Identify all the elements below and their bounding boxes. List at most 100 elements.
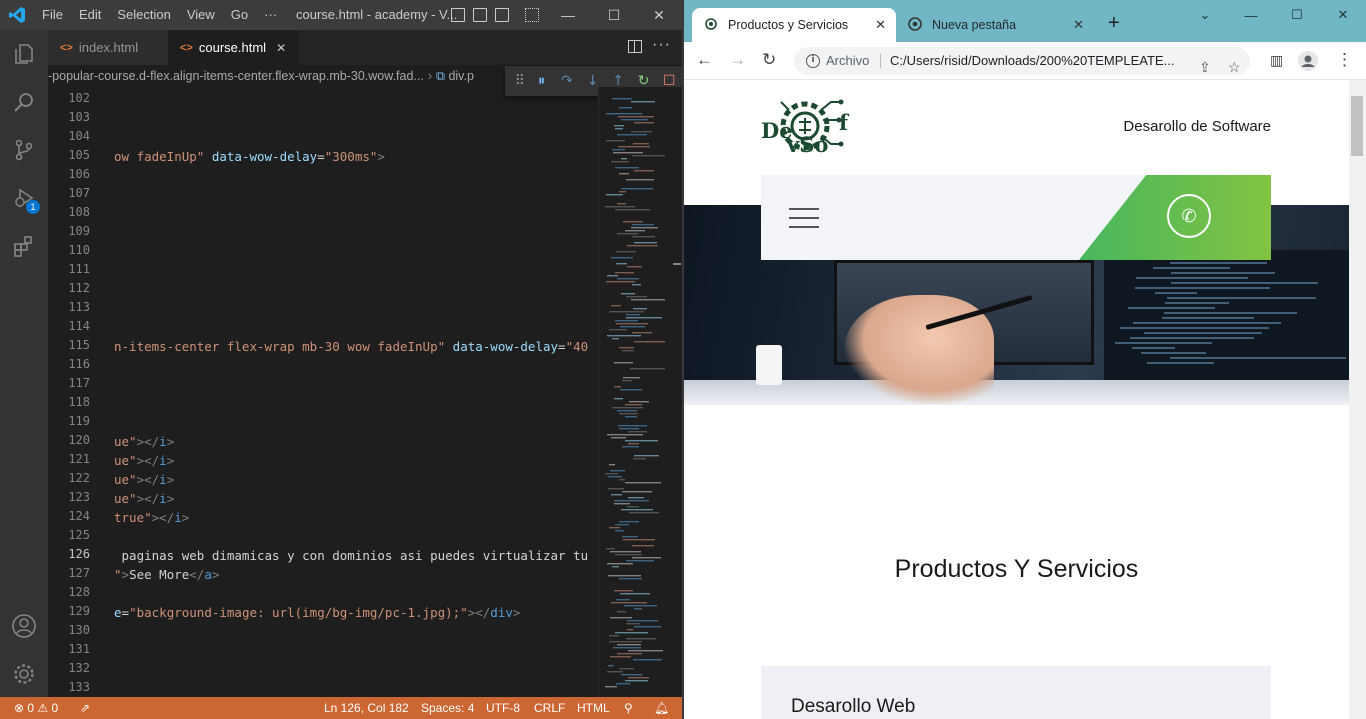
line-number: 103 <box>68 110 90 124</box>
menu-more[interactable]: ··· <box>256 0 285 30</box>
close-window-icon[interactable]: ✕ <box>636 0 682 30</box>
code-editor[interactable]: ow fadeInUp" data-wow-delay="300ms"> n-i… <box>114 87 598 697</box>
hamburger-menu-icon[interactable] <box>789 208 819 228</box>
hero-code-line <box>1120 327 1269 329</box>
chrome-menu-icon[interactable]: ⋮ <box>1336 50 1353 70</box>
eol-status[interactable]: CRLF <box>534 697 565 719</box>
minimap-line <box>605 686 617 688</box>
line-number: 102 <box>68 91 90 105</box>
page-scrollbar[interactable] <box>1349 80 1366 719</box>
tab-search-chevron-icon[interactable]: ⌄ <box>1182 4 1228 26</box>
minimap-line <box>617 233 638 235</box>
problems-status[interactable]: ⊗ 0 ⚠ 0 <box>14 697 58 719</box>
phone-icon[interactable]: ✆ <box>1167 194 1211 238</box>
menu-edit[interactable]: Edit <box>71 0 109 30</box>
minimap-line <box>611 437 626 439</box>
toggle-panel-icon[interactable] <box>473 8 487 22</box>
new-tab-icon[interactable]: + <box>1108 12 1120 35</box>
tab-course-html[interactable]: <> course.html ✕ <box>168 30 298 65</box>
toggle-secondary-sidebar-icon[interactable] <box>495 8 509 22</box>
minimap-line <box>614 590 633 592</box>
menu-selection[interactable]: Selection <box>109 0 178 30</box>
minimize-icon[interactable]: — <box>1228 4 1274 26</box>
maximize-icon[interactable]: ☐ <box>1274 4 1320 26</box>
menu-file[interactable]: File <box>34 0 71 30</box>
hero-code-line <box>1128 307 1215 309</box>
line-number: 111 <box>68 262 90 276</box>
minimap-line <box>620 389 642 391</box>
page-scrollbar-thumb[interactable] <box>1351 96 1363 156</box>
editor-scrollbar[interactable] <box>670 87 682 697</box>
minimap-line <box>614 362 633 364</box>
feedback-icon[interactable]: ⚲ <box>624 697 633 719</box>
close-window-icon[interactable]: ✕ <box>1320 4 1366 26</box>
line-number: 130 <box>68 623 90 637</box>
indentation-status[interactable]: Spaces: 4 <box>421 697 474 719</box>
encoding-status[interactable]: UTF-8 <box>486 697 520 719</box>
close-tab-icon[interactable]: ✕ <box>1073 17 1084 33</box>
extensions-icon[interactable] <box>0 222 48 270</box>
service-card[interactable]: Desarollo Web <box>761 666 1271 719</box>
run-debug-icon[interactable]: 1 <box>0 174 48 222</box>
minimap-line <box>621 509 653 511</box>
live-share-icon[interactable]: ⇗ <box>80 697 90 719</box>
line-number: 124 <box>68 509 90 523</box>
minimap-line <box>612 98 632 100</box>
line-number: 108 <box>68 205 90 219</box>
breadcrumb-path[interactable]: -popular-course.d-flex.align-items-cente… <box>48 69 424 83</box>
address-bar[interactable]: i Archivo C:/Users/risid/Downloads/200%2… <box>794 47 1250 75</box>
minimap-line <box>629 512 659 514</box>
minimap-line <box>608 575 641 577</box>
source-control-icon[interactable] <box>0 126 48 174</box>
address-url[interactable]: C:/Users/risid/Downloads/200%20TEMPLEATE… <box>890 47 1186 75</box>
customize-layout-icon[interactable] <box>525 8 539 22</box>
vscode-titlebar: File Edit Selection View Go ··· course.h… <box>0 0 682 30</box>
bookmark-star-icon[interactable]: ☆ <box>1228 53 1241 81</box>
profile-avatar-icon[interactable] <box>1298 51 1318 76</box>
minimap-line <box>616 323 648 325</box>
minimap-line <box>608 665 614 667</box>
tab-index-html[interactable]: <> index.html <box>48 30 168 65</box>
hero-code-line <box>1171 282 1318 284</box>
tab-productos-servicios[interactable]: Productos y Servicios ✕ <box>692 8 896 42</box>
minimize-icon[interactable]: — <box>545 0 591 30</box>
menu-go[interactable]: Go <box>223 0 256 30</box>
minimap-line <box>628 443 639 445</box>
back-icon[interactable]: ← <box>696 50 713 70</box>
language-mode[interactable]: HTML <box>577 697 610 719</box>
hero-code-line <box>1115 342 1212 344</box>
breadcrumb-tail[interactable]: div.p <box>448 69 473 83</box>
minimap[interactable] <box>598 87 670 697</box>
close-tab-icon[interactable]: ✕ <box>276 41 286 55</box>
minimap-line <box>619 428 639 430</box>
code-line-123: ue"></i> <box>114 491 175 506</box>
menu-view[interactable]: View <box>179 0 223 30</box>
maximize-icon[interactable]: ☐ <box>591 0 637 30</box>
search-icon[interactable] <box>0 78 48 126</box>
minimap-line <box>625 482 661 484</box>
more-actions-icon[interactable]: ··· <box>652 36 671 54</box>
forward-icon[interactable]: → <box>729 50 746 70</box>
manage-gear-icon[interactable] <box>0 650 48 698</box>
minimap-line <box>632 224 654 226</box>
split-editor-icon[interactable] <box>628 40 642 53</box>
cursor-position[interactable]: Ln 126, Col 182 <box>324 697 409 719</box>
minimap-line <box>610 617 632 619</box>
toggle-primary-sidebar-icon[interactable] <box>451 8 465 22</box>
minimap-line <box>619 107 632 109</box>
devsoft-logo[interactable]: De f vSo <box>761 90 853 168</box>
scrollbar-cursor-marker <box>673 263 681 265</box>
site-navbar: ✆ <box>761 175 1271 260</box>
side-panel-icon[interactable]: ▥ <box>1270 52 1283 69</box>
minimap-line <box>609 329 627 331</box>
code-line-127: ">See More</a> <box>114 567 220 582</box>
reload-icon[interactable]: ↻ <box>762 50 776 70</box>
explorer-icon[interactable] <box>0 30 48 78</box>
minimap-line <box>618 116 654 118</box>
accounts-icon[interactable] <box>0 602 48 650</box>
notifications-bell-icon[interactable]: 🔔︎ <box>654 697 669 719</box>
share-icon[interactable]: ⇪ <box>1199 53 1211 81</box>
site-info-icon[interactable]: i <box>806 54 820 68</box>
tab-nueva-pestana[interactable]: Nueva pestaña ✕ <box>896 8 1094 42</box>
close-tab-icon[interactable]: ✕ <box>875 17 886 33</box>
